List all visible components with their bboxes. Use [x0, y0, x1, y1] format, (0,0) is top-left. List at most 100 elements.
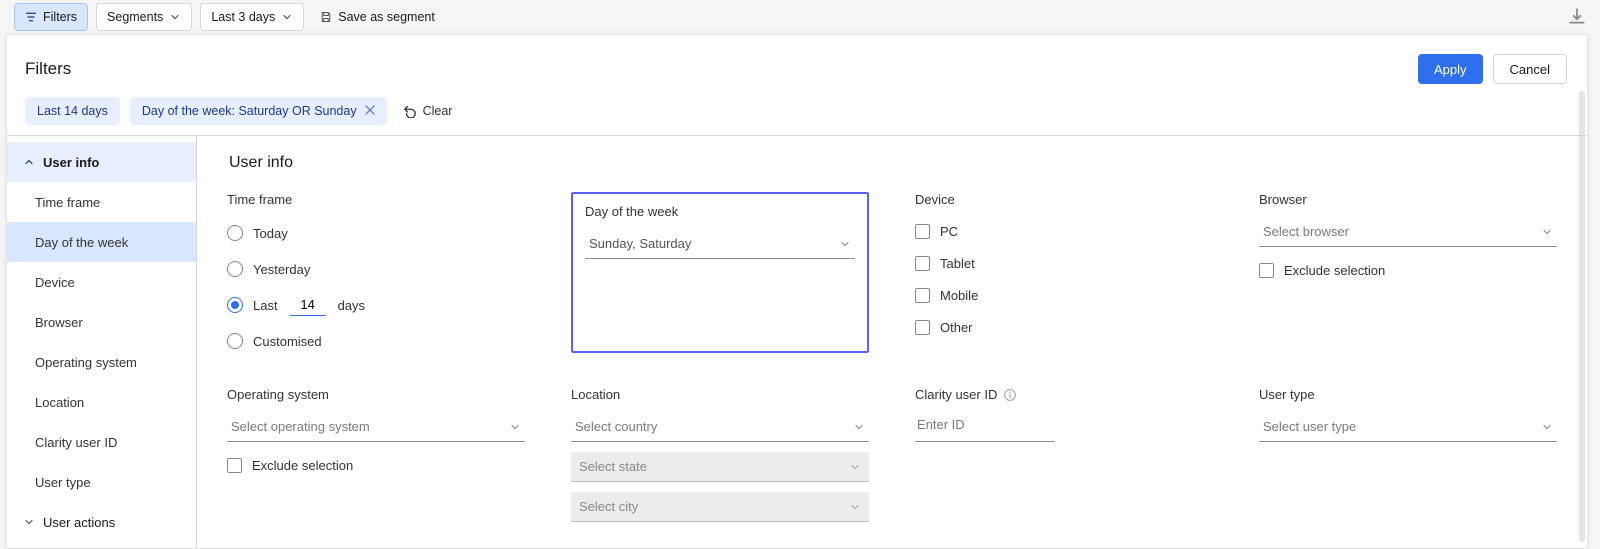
block-device: Device PC Tablet Mobile [915, 192, 1213, 353]
radio-yesterday[interactable]: Yesterday [227, 257, 525, 281]
select-state: Select state [571, 452, 869, 482]
pill-day-of-week[interactable]: Day of the week: Saturday OR Sunday [130, 97, 387, 125]
sidebar-item-location[interactable]: Location [7, 382, 196, 422]
chevron-down-icon [849, 461, 861, 473]
sidebar-group-user-info[interactable]: User info [7, 142, 196, 182]
select-day-of-week[interactable]: Sunday, Saturday [585, 229, 855, 259]
radio-today-label: Today [253, 226, 288, 241]
select-user-type[interactable]: Select user type [1259, 412, 1557, 442]
save-as-segment-button[interactable]: Save as segment [312, 3, 443, 31]
clear-button[interactable]: Clear [397, 103, 459, 119]
checkbox-pc[interactable]: PC [915, 221, 1213, 241]
save-as-segment-label: Save as segment [338, 10, 435, 24]
panel-actions: Apply Cancel [1418, 54, 1567, 84]
cancel-button[interactable]: Cancel [1493, 54, 1567, 84]
chevron-up-icon [23, 156, 35, 168]
select-city: Select city [571, 492, 869, 522]
app-top-bar: Filters Segments Last 3 days Save as seg… [0, 0, 1600, 34]
radio-last-label: Last [253, 298, 278, 313]
chevron-down-icon [281, 11, 293, 23]
checkbox-icon [227, 458, 242, 473]
checkbox-os-exclude[interactable]: Exclude selection [227, 458, 525, 473]
checkbox-icon [915, 256, 930, 271]
filter-main: User info Time frame Today Yesterday [197, 136, 1587, 548]
panel-header: Filters Apply Cancel [7, 35, 1587, 89]
download-icon[interactable] [1568, 8, 1586, 26]
checkbox-browser-exclude[interactable]: Exclude selection [1259, 263, 1557, 278]
checkbox-tablet[interactable]: Tablet [915, 253, 1213, 273]
chevron-down-icon [839, 238, 851, 250]
radio-today[interactable]: Today [227, 221, 525, 245]
radio-customised[interactable]: Customised [227, 329, 525, 353]
panel-body: User info Time frame Day of the week Dev… [7, 136, 1587, 548]
filters-button-label: Filters [43, 10, 77, 24]
pill-date-range-label: Last 14 days [37, 104, 108, 118]
sidebar-item-clarity-user-id[interactable]: Clarity user ID [7, 422, 196, 462]
chevron-down-icon [169, 11, 181, 23]
chevron-down-icon [1541, 226, 1553, 238]
checkbox-icon [915, 288, 930, 303]
section-title-user-info: User info [229, 154, 1557, 172]
checkbox-icon [915, 320, 930, 335]
checkbox-icon [915, 224, 930, 239]
sidebar-group-user-actions-label: User actions [43, 515, 115, 530]
block-time-frame: Time frame Today Yesterday Last [227, 192, 525, 353]
block-browser: Browser Select browser Exclude selection [1259, 192, 1557, 353]
sidebar-item-browser[interactable]: Browser [7, 302, 196, 342]
last-days-input[interactable] [290, 294, 326, 316]
sidebar-item-operating-system[interactable]: Operating system [7, 342, 196, 382]
checkbox-mobile-label: Mobile [940, 288, 978, 303]
checkbox-other[interactable]: Other [915, 317, 1213, 337]
select-day-of-week-value: Sunday, Saturday [589, 236, 691, 251]
sidebar-item-user-type[interactable]: User type [7, 462, 196, 502]
radio-icon [227, 261, 243, 277]
chevron-down-icon [23, 516, 35, 528]
filter-grid: Time frame Today Yesterday Last [227, 192, 1557, 522]
pill-date-range[interactable]: Last 14 days [25, 97, 120, 125]
checkbox-mobile[interactable]: Mobile [915, 285, 1213, 305]
chevron-down-icon [1541, 421, 1553, 433]
filter-sidebar: User info Time frame Day of the week Dev… [7, 136, 197, 548]
sidebar-item-day-of-week[interactable]: Day of the week [7, 222, 196, 262]
checkbox-icon [1259, 263, 1274, 278]
checkbox-os-exclude-label: Exclude selection [252, 458, 353, 473]
chevron-down-icon [849, 501, 861, 513]
sidebar-group-user-actions[interactable]: User actions [7, 502, 196, 542]
select-city-placeholder: Select city [579, 499, 638, 514]
checkbox-browser-exclude-label: Exclude selection [1284, 263, 1385, 278]
filters-button[interactable]: Filters [14, 3, 88, 31]
select-country-placeholder: Select country [575, 419, 657, 434]
save-icon [320, 11, 332, 23]
select-browser[interactable]: Select browser [1259, 217, 1557, 247]
apply-button[interactable]: Apply [1418, 54, 1483, 84]
label-operating-system: Operating system [227, 387, 525, 402]
block-user-type: User type Select user type [1259, 387, 1557, 522]
info-icon [1003, 388, 1017, 402]
chevron-down-icon [853, 421, 865, 433]
sidebar-item-device[interactable]: Device [7, 262, 196, 302]
filters-panel: Filters Apply Cancel Last 14 days Day of… [6, 34, 1588, 549]
checkbox-tablet-label: Tablet [940, 256, 975, 271]
segments-button-label: Segments [107, 10, 163, 24]
input-clarity-user-id[interactable] [915, 412, 1055, 442]
radio-days-label: days [338, 298, 365, 313]
radio-icon [227, 333, 243, 349]
select-country[interactable]: Select country [571, 412, 869, 442]
block-clarity-user-id: Clarity user ID [915, 387, 1213, 522]
range-button[interactable]: Last 3 days [200, 3, 304, 31]
label-clarity-user-id-text: Clarity user ID [915, 387, 997, 402]
segments-button[interactable]: Segments [96, 3, 192, 31]
close-icon[interactable] [365, 104, 375, 118]
select-operating-system[interactable]: Select operating system [227, 412, 525, 442]
block-location: Location Select country Select state Sel… [571, 387, 869, 522]
clear-button-label: Clear [423, 104, 453, 118]
chevron-down-icon [509, 421, 521, 433]
radio-customised-label: Customised [253, 334, 322, 349]
radio-icon [227, 225, 243, 241]
panel-title: Filters [25, 59, 71, 79]
label-clarity-user-id: Clarity user ID [915, 387, 1213, 402]
radio-icon [227, 297, 243, 313]
radio-last-n-days[interactable]: Last days [227, 293, 525, 317]
sidebar-item-time-frame[interactable]: Time frame [7, 182, 196, 222]
label-day-of-week: Day of the week [585, 204, 855, 219]
